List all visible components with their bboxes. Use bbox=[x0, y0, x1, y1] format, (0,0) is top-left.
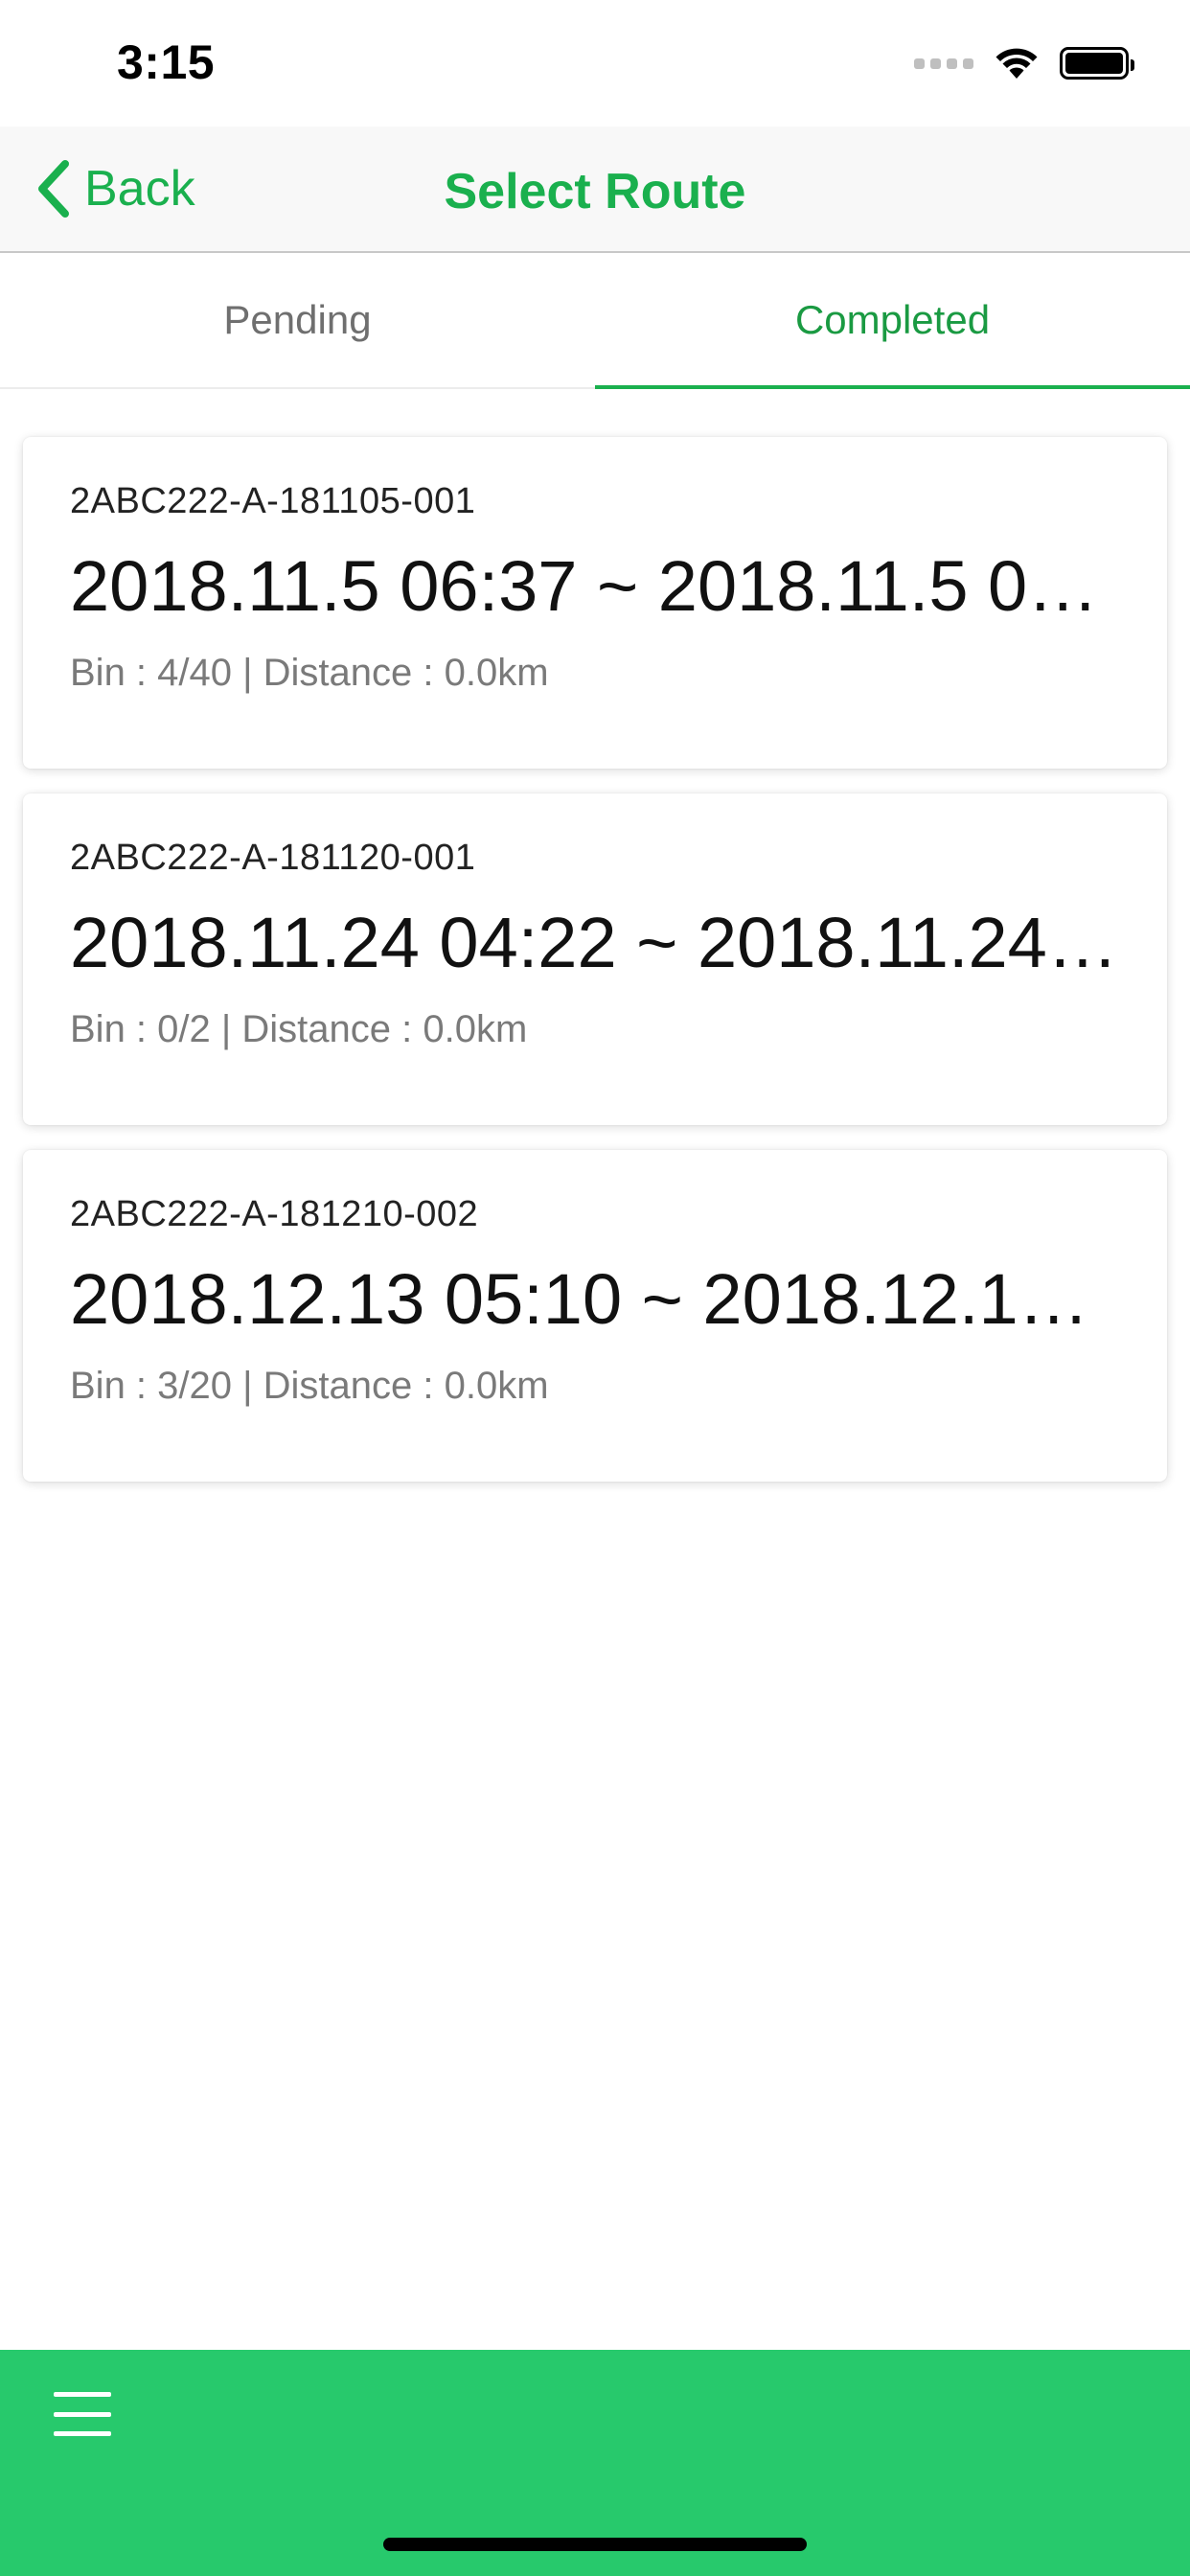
page-title: Select Route bbox=[444, 164, 746, 219]
navigation-bar: Back Select Route bbox=[0, 126, 1190, 253]
route-time-range: 2018.12.13 05:10 ~ 2018.12.13… bbox=[70, 1259, 1119, 1339]
status-icons bbox=[914, 42, 1134, 84]
route-card[interactable]: 2ABC222-A-181120-001 2018.11.24 04:22 ~ … bbox=[23, 794, 1167, 1125]
tab-pending[interactable]: Pending bbox=[0, 253, 595, 387]
wifi-icon bbox=[995, 48, 1038, 79]
route-id: 2ABC222-A-181120-001 bbox=[70, 838, 476, 878]
route-time-range: 2018.11.5 06:37 ~ 2018.11.5 06… bbox=[70, 546, 1119, 626]
route-card[interactable]: 2ABC222-A-181105-001 2018.11.5 06:37 ~ 2… bbox=[23, 437, 1167, 769]
route-id: 2ABC222-A-181105-001 bbox=[70, 481, 476, 521]
tab-completed[interactable]: Completed bbox=[595, 253, 1190, 389]
cellular-signal-icon bbox=[914, 58, 973, 69]
status-time: 3:15 bbox=[117, 35, 216, 89]
home-indicator[interactable] bbox=[383, 2538, 807, 2551]
route-meta: Bin : 4/40 | Distance : 0.0km bbox=[70, 652, 549, 694]
route-meta: Bin : 3/20 | Distance : 0.0km bbox=[70, 1365, 549, 1407]
battery-icon bbox=[1060, 47, 1134, 80]
route-card[interactable]: 2ABC222-A-181210-002 2018.12.13 05:10 ~ … bbox=[23, 1150, 1167, 1482]
route-id: 2ABC222-A-181210-002 bbox=[70, 1194, 479, 1234]
route-list: 2ABC222-A-181105-001 2018.11.5 06:37 ~ 2… bbox=[23, 437, 1167, 1506]
route-status-tabs: Pending Completed bbox=[0, 253, 1190, 389]
route-meta: Bin : 0/2 | Distance : 0.0km bbox=[70, 1008, 528, 1050]
hamburger-menu-icon[interactable] bbox=[54, 2392, 111, 2436]
status-bar: 3:15 bbox=[0, 0, 1190, 126]
route-time-range: 2018.11.24 04:22 ~ 2018.11.24… bbox=[70, 903, 1118, 982]
